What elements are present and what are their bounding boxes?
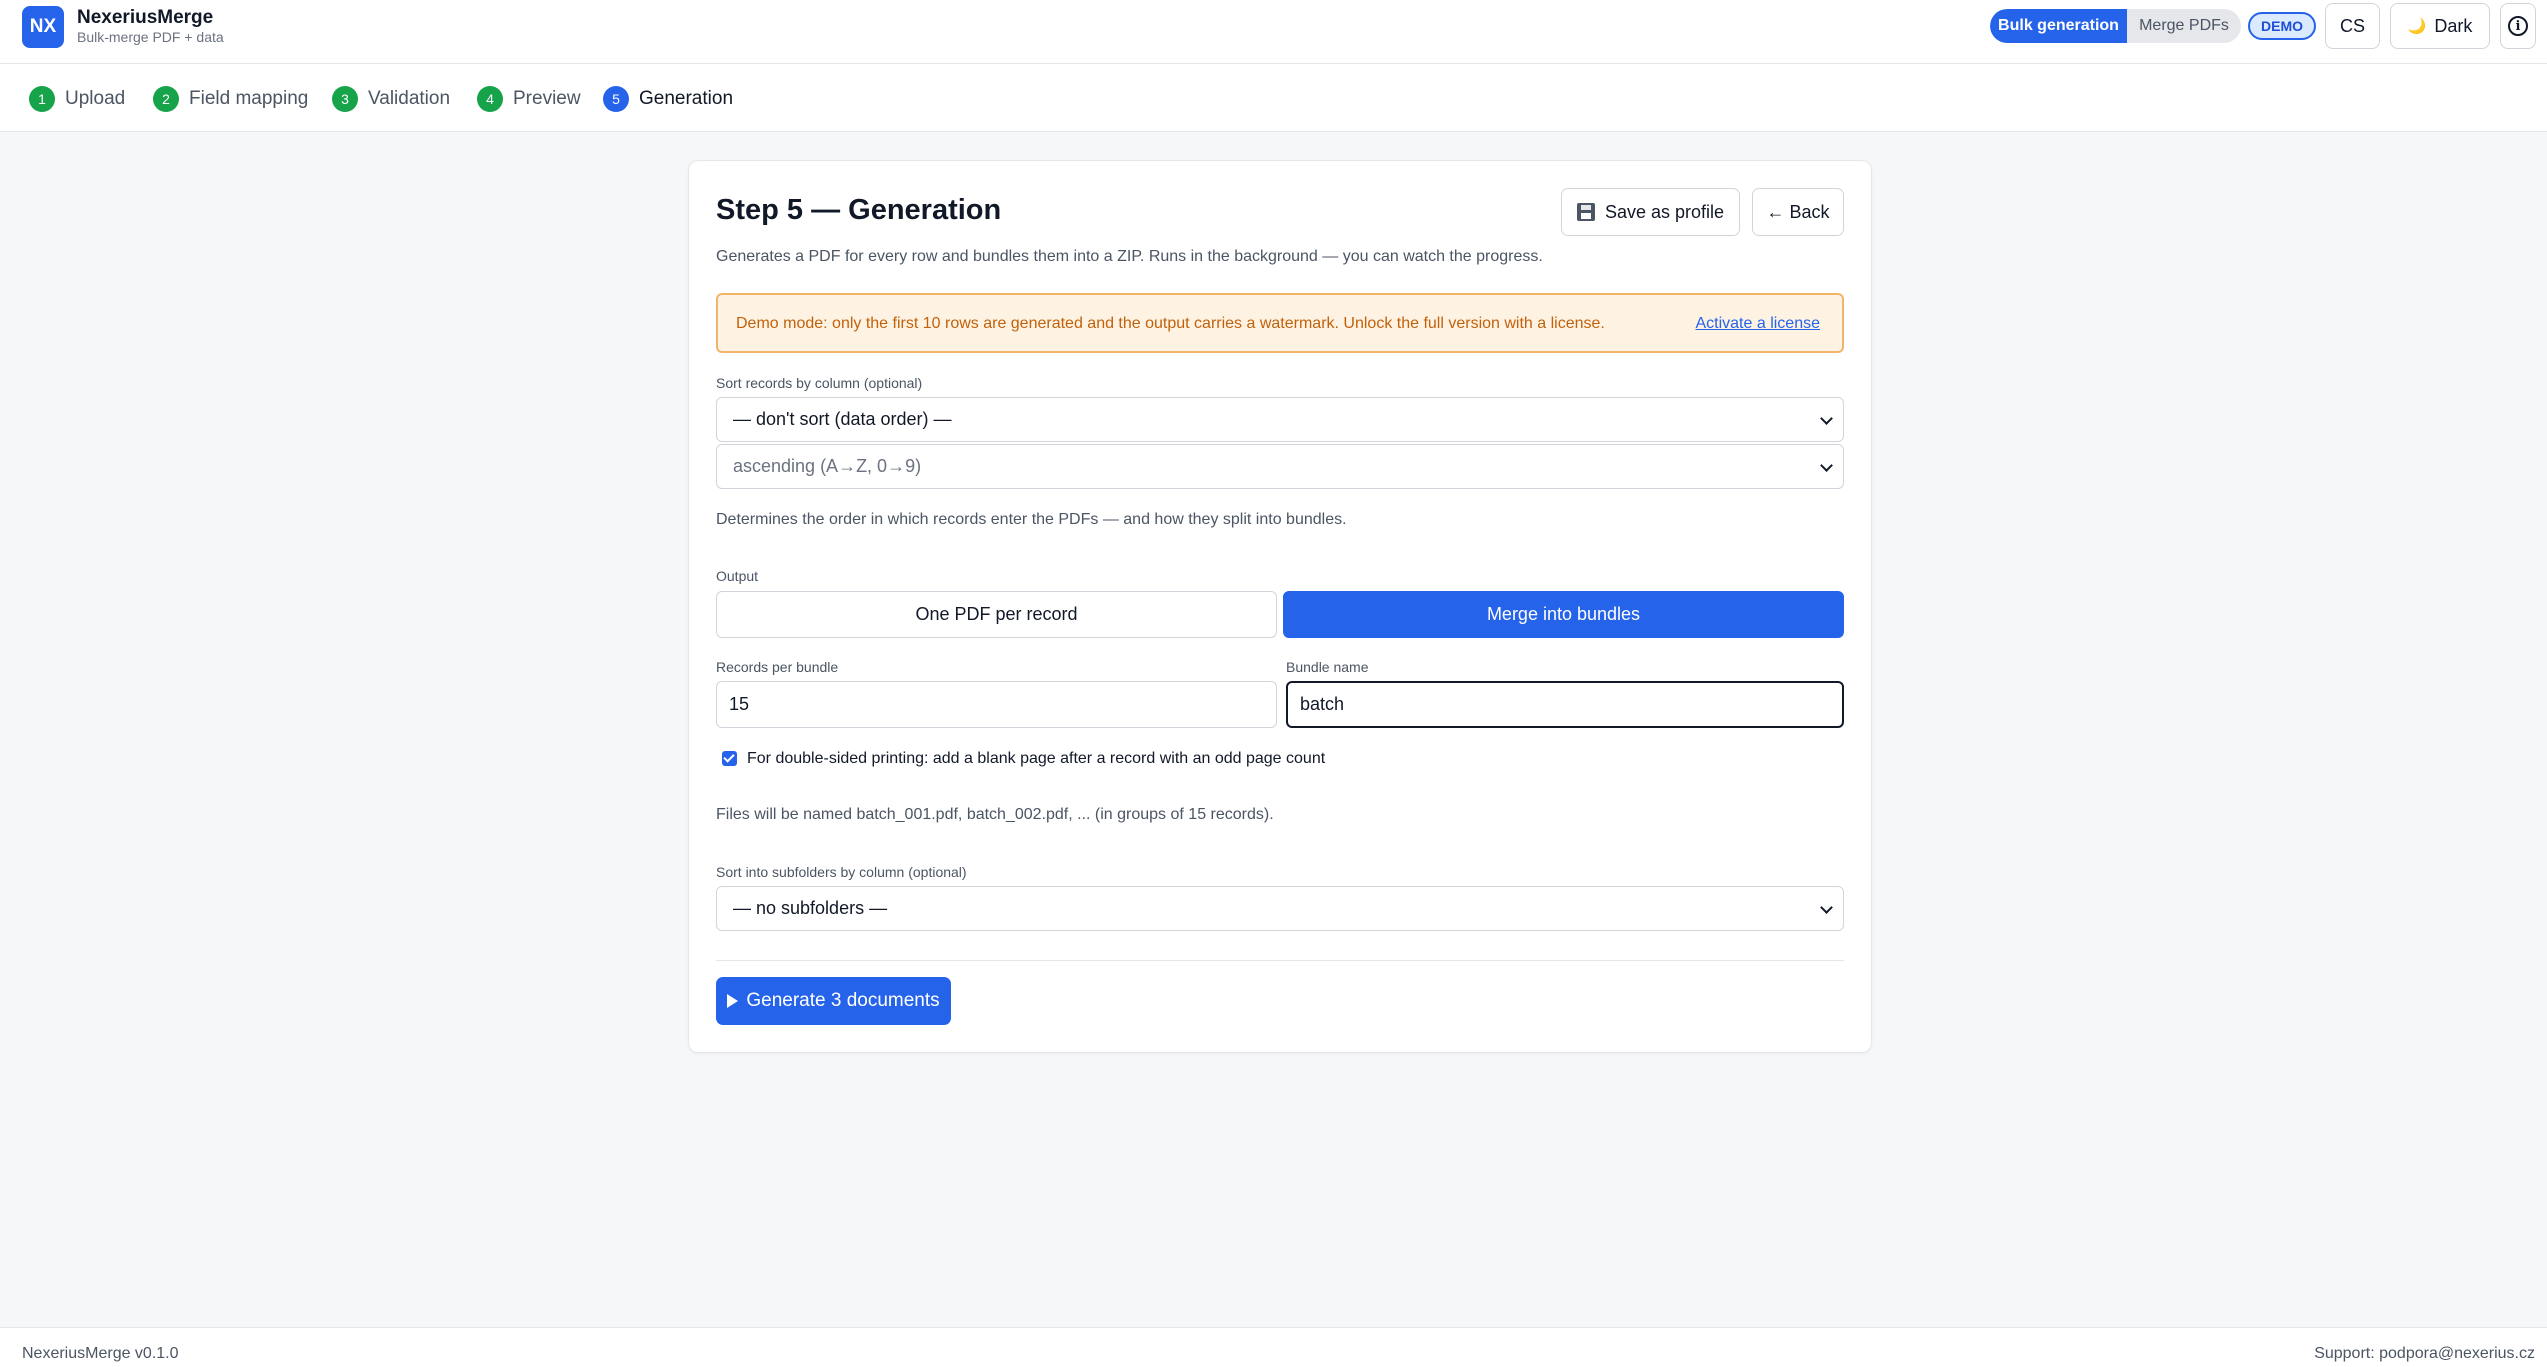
step-label: Preview [513,88,581,109]
step-number: 5 [603,86,629,112]
moon-icon: 🌙 [2407,18,2427,35]
sort-order-select[interactable]: ascending (A→Z, 0→9) [716,444,1844,489]
mode-merge-pdfs-button[interactable]: Merge PDFs [2127,9,2241,43]
step-label: Validation [368,88,451,109]
step-number: 2 [153,86,179,112]
demo-mode-alert: Demo mode: only the first 10 rows are ge… [716,293,1844,353]
generate-label: Generate 3 documents [746,990,940,1011]
duplex-blank-page-checkbox[interactable] [722,751,737,766]
step-number: 3 [332,86,358,112]
sort-column-select[interactable]: — don't sort (data order) — [716,397,1844,442]
chevron-down-icon [1820,901,1833,914]
chevron-down-icon [1820,412,1833,425]
step-number: 4 [477,86,503,112]
demo-alert-text: Demo mode: only the first 10 rows are ge… [736,315,1605,332]
step-generation[interactable]: 5 Generation [603,86,733,112]
app-logo: NX [22,6,64,48]
app-name: NexeriusMerge [77,7,214,28]
generation-card: Step 5 — Generation Save as profile ← Ba… [688,160,1872,1053]
wizard-steps: 1 Upload 2 Field mapping 3 Validation 4 … [0,64,2547,132]
step-number: 1 [29,86,55,112]
subfolder-label: Sort into subfolders by column (optional… [716,864,967,880]
mode-switch: Bulk generation Merge PDFs [1990,9,2241,43]
floppy-disk-icon [1576,203,1595,221]
theme-label: Dark [2434,15,2473,36]
bundle-name-input[interactable]: batch [1286,681,1844,728]
theme-toggle-button[interactable]: 🌙 Dark [2390,3,2490,49]
step-label: Upload [65,88,126,109]
step-label: Field mapping [189,88,309,109]
sort-column-label: Sort records by column (optional) [716,375,923,391]
merge-into-bundles-option[interactable]: Merge into bundles [1283,591,1844,638]
chevron-down-icon [1820,459,1833,472]
page-title: Step 5 — Generation [716,194,1002,226]
info-icon: i [2508,16,2528,36]
sort-column-value: — don't sort (data order) — [733,409,952,429]
step-label: Generation [639,88,734,109]
records-per-bundle-label: Records per bundle [716,659,839,675]
divider [716,960,1844,961]
file-naming-hint: Files will be named batch_001.pdf, batch… [716,806,1274,823]
activate-license-link[interactable]: Activate a license [1695,315,1820,333]
sort-order-value: ascending (A→Z, 0→9) [733,456,922,476]
play-icon [727,994,739,1008]
step-field-mapping[interactable]: 2 Field mapping [153,86,308,112]
bundle-name-label: Bundle name [1286,659,1369,675]
generate-documents-button[interactable]: Generate 3 documents [716,977,951,1025]
step-validation[interactable]: 3 Validation [332,86,450,112]
step-upload[interactable]: 1 Upload [29,86,125,112]
app-header: NX NexeriusMerge Bulk-merge PDF + data B… [0,0,2547,64]
save-as-profile-label: Save as profile [1604,201,1725,222]
back-button[interactable]: ← Back [1752,188,1844,236]
info-button[interactable]: i [2500,3,2536,49]
one-pdf-per-record-option[interactable]: One PDF per record [716,591,1277,638]
app-subtitle: Bulk-merge PDF + data [77,29,224,45]
support-contact: Support: podpora@nexerius.cz [2314,1345,2535,1362]
step-preview[interactable]: 4 Preview [477,86,581,112]
save-as-profile-button[interactable]: Save as profile [1561,188,1740,236]
subfolder-value: — no subfolders — [733,898,888,918]
demo-badge: DEMO [2248,12,2316,40]
duplex-blank-page-label[interactable]: For double-sided printing: add a blank p… [747,750,1325,768]
output-label: Output [716,568,759,584]
subfolder-select[interactable]: — no subfolders — [716,886,1844,931]
records-per-bundle-input[interactable]: 15 [716,681,1277,728]
sort-hint: Determines the order in which records en… [716,511,1347,528]
app-footer: NexeriusMerge v0.1.0 Support: podpora@ne… [0,1327,2547,1367]
mode-bulk-generation-button[interactable]: Bulk generation [1990,9,2127,43]
app-version: NexeriusMerge v0.1.0 [22,1345,179,1362]
language-button[interactable]: CS [2325,3,2380,49]
page-description: Generates a PDF for every row and bundle… [716,248,1543,265]
